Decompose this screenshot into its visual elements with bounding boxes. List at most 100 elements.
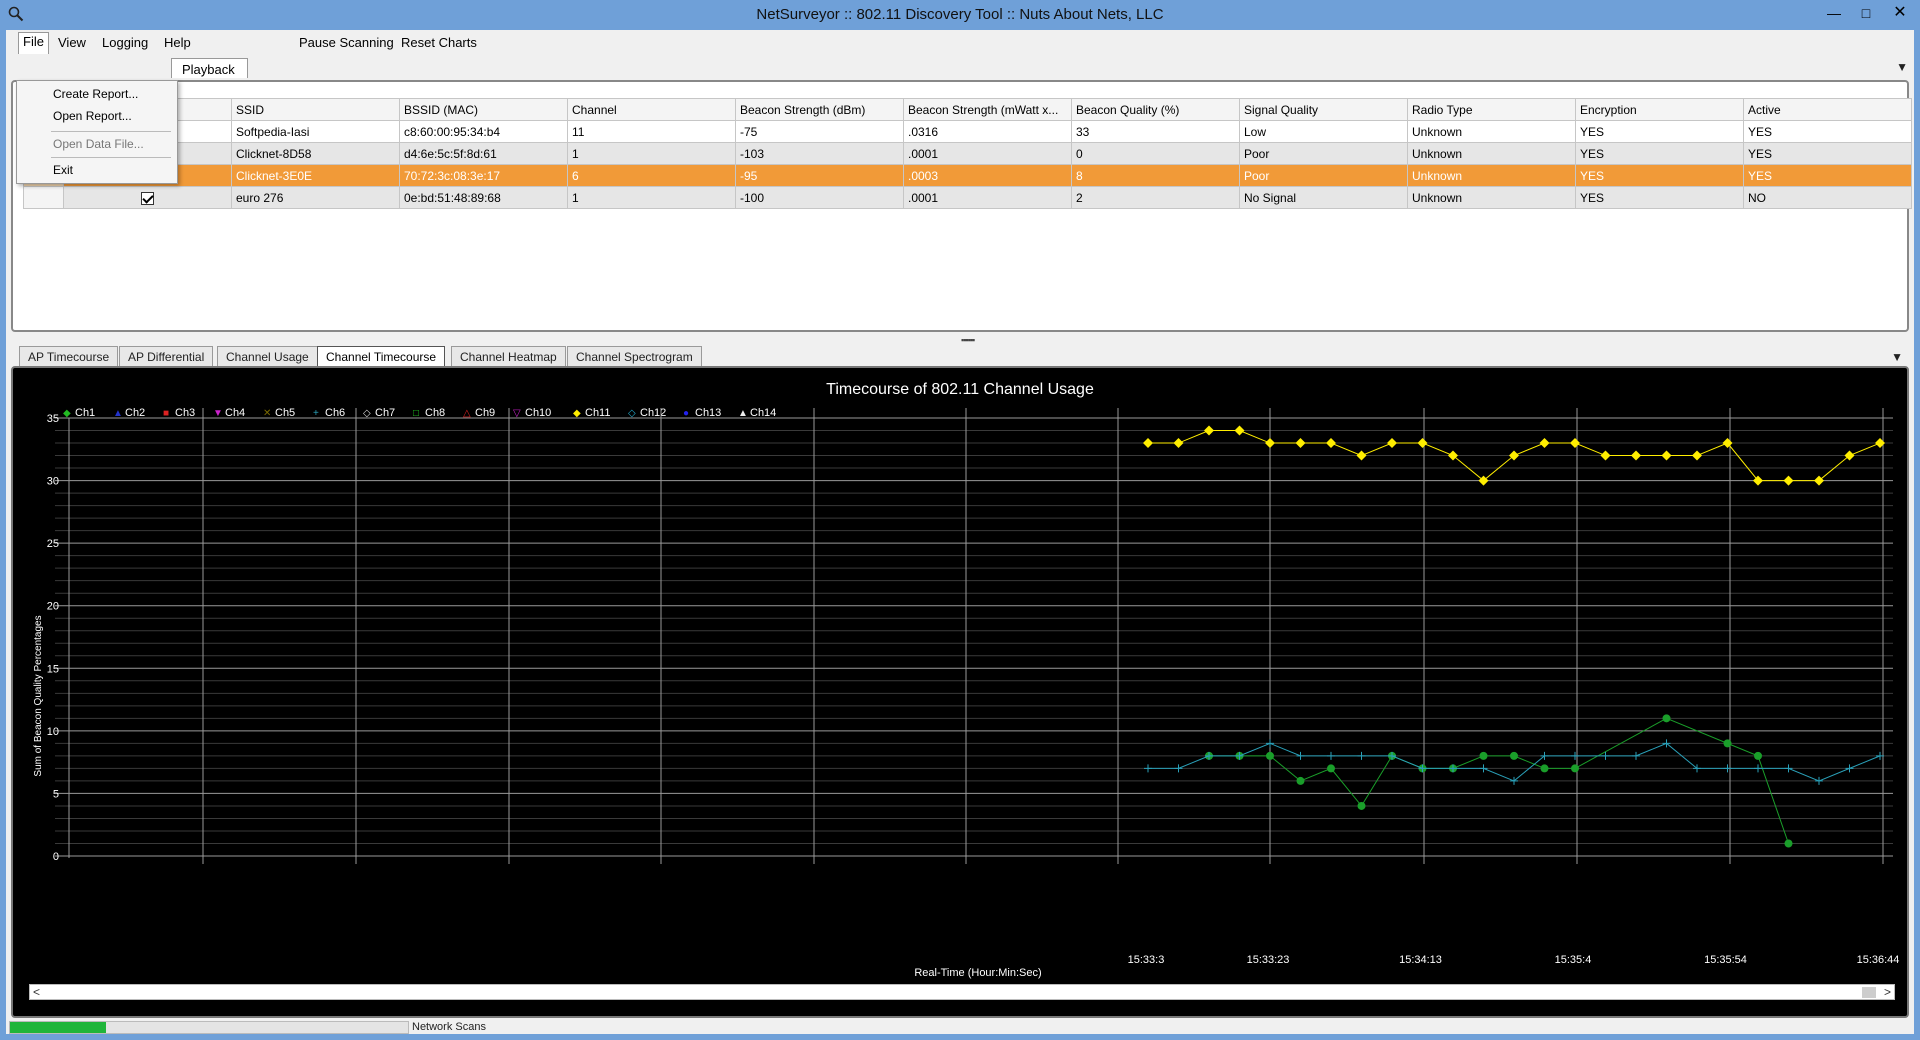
scroll-left-arrow-icon[interactable]: <	[33, 985, 40, 999]
column-header-channel[interactable]: Channel	[567, 98, 736, 121]
scan-progress-bar	[9, 1021, 409, 1034]
column-header-beacon-dbm[interactable]: Beacon Strength (dBm)	[735, 98, 904, 121]
data-point-ch11	[1783, 475, 1794, 486]
cell-mwatt: .0003	[903, 164, 1072, 187]
top-tab-strip: Playback ▼	[6, 56, 1914, 78]
data-point-ch6	[1174, 764, 1183, 773]
column-header-beacon-quality[interactable]: Beacon Quality (%)	[1071, 98, 1240, 121]
menu-exit[interactable]: Exit	[53, 163, 73, 177]
legend-marker-icon: ◆	[63, 408, 71, 419]
minimize-button[interactable]: —	[1820, 2, 1848, 24]
table-row[interactable]: Softpedia-Iasi c8:60:00:95:34:b4 11 -75 …	[23, 120, 1912, 143]
legend-label: Ch5	[275, 407, 295, 419]
tab-channel-timecourse[interactable]: Channel Timecourse	[317, 346, 446, 366]
cell-signal: Low	[1239, 120, 1408, 143]
cell-radio: Unknown	[1407, 142, 1576, 165]
cell-quality: 8	[1071, 164, 1240, 187]
cell-bssid: d4:6e:5c:5f:8d:61	[399, 142, 568, 165]
menu-file[interactable]: File	[18, 32, 49, 54]
legend-marker-icon: ◇	[363, 408, 371, 419]
row-checkbox-cell[interactable]	[63, 186, 232, 209]
table-row[interactable]: Clicknet-8D58 d4:6e:5c:5f:8d:61 1 -103 .…	[23, 142, 1912, 165]
tab-overflow-chevron-icon[interactable]: ▼	[1896, 60, 1908, 74]
chart-tab-overflow-chevron-icon[interactable]: ▼	[1891, 350, 1903, 364]
data-point-ch11	[1753, 475, 1763, 486]
row-header[interactable]	[23, 186, 64, 209]
tab-channel-usage[interactable]: Channel Usage	[217, 346, 318, 366]
legend-label: Ch14	[750, 407, 776, 419]
column-header-active[interactable]: Active	[1743, 98, 1912, 121]
chart-legend: ◆ Ch1 ▲ Ch2 ■ Ch3 ▼ Ch4 ✕ Ch5 + Ch6 ◇ Ch7 □ Ch8 △ Ch9 ▽ Ch1…	[63, 407, 776, 419]
cell-mwatt: .0001	[903, 186, 1072, 209]
cell-encryption: YES	[1575, 164, 1744, 187]
legend-marker-icon: ●	[683, 408, 689, 419]
data-point-ch1	[1266, 751, 1274, 760]
scrollbar-thumb[interactable]	[1862, 987, 1876, 998]
scroll-right-arrow-icon[interactable]: >	[1884, 985, 1891, 999]
menu-create-report[interactable]: Create Report...	[53, 87, 138, 101]
cell-dbm: -95	[735, 164, 904, 187]
data-point-ch11	[1539, 438, 1550, 449]
data-point-ch6	[1571, 751, 1579, 760]
legend-marker-icon: ▲	[113, 408, 123, 419]
maximize-button[interactable]: □	[1852, 2, 1880, 24]
data-point-ch11	[1234, 425, 1245, 436]
tab-playback[interactable]: Playback	[171, 58, 248, 78]
chart-horizontal-scrollbar[interactable]: < >	[29, 984, 1895, 1000]
cell-quality: 0	[1071, 142, 1240, 165]
data-point-ch1	[1784, 839, 1793, 848]
tab-channel-heatmap[interactable]: Channel Heatmap	[451, 346, 566, 366]
menu-logging[interactable]: Logging	[102, 35, 148, 50]
x-tick-label: 15:33:3	[1128, 954, 1165, 966]
chart-series	[1143, 425, 1885, 848]
row-checkbox[interactable]	[141, 191, 154, 205]
data-point-ch6	[1845, 764, 1854, 773]
x-axis-label: Real-Time (Hour:Min:Sec)	[914, 967, 1041, 979]
legend-marker-icon: △	[463, 408, 471, 419]
data-point-ch1	[1723, 739, 1732, 748]
tab-ap-differential[interactable]: AP Differential	[119, 346, 214, 366]
cell-radio: Unknown	[1407, 120, 1576, 143]
column-header-bssid[interactable]: BSSID (MAC)	[399, 98, 568, 121]
cell-channel: 1	[567, 142, 736, 165]
data-point-ch11	[1417, 438, 1428, 449]
column-header-signal-quality[interactable]: Signal Quality	[1239, 98, 1408, 121]
close-button[interactable]: ✕	[1886, 2, 1914, 24]
data-point-ch6	[1632, 751, 1640, 760]
legend-marker-icon: +	[313, 408, 319, 419]
cell-ssid: Softpedia-Iasi	[231, 120, 400, 143]
legend-marker-icon: ◇	[628, 408, 636, 419]
y-axis-label: Sum of Beacon Quality Percentages	[33, 615, 44, 776]
data-point-ch11	[1265, 438, 1275, 449]
data-point-ch6	[1784, 764, 1793, 773]
tab-channel-spectrogram[interactable]: Channel Spectrogram	[567, 346, 702, 366]
cell-signal: No Signal	[1239, 186, 1408, 209]
cell-encryption: YES	[1575, 142, 1744, 165]
pause-scanning-button[interactable]: Pause Scanning	[299, 35, 394, 50]
status-label: Network Scans	[412, 1021, 486, 1033]
menu-help[interactable]: Help	[164, 35, 191, 50]
data-point-ch11	[1295, 438, 1306, 449]
column-header-encryption[interactable]: Encryption	[1575, 98, 1744, 121]
legend-label: Ch10	[525, 407, 551, 419]
table-row-selected[interactable]: ▶ Clicknet-3E0E 70:72:3c:08:3e:17 6 -95 …	[23, 164, 1912, 187]
menu-open-report[interactable]: Open Report...	[53, 109, 132, 123]
scan-progress-fill	[10, 1022, 106, 1033]
column-header-ssid[interactable]: SSID	[231, 98, 400, 121]
tab-ap-timecourse[interactable]: AP Timecourse	[19, 346, 119, 366]
legend-marker-icon: ✕	[263, 408, 271, 419]
reset-charts-button[interactable]: Reset Charts	[401, 35, 477, 50]
cell-dbm: -100	[735, 186, 904, 209]
table-header-row: SSID BSSID (MAC) Channel Beacon Strength…	[23, 98, 1912, 121]
table-row[interactable]: euro 276 0e:bd:51:48:89:68 1 -100 .0001 …	[23, 186, 1912, 209]
data-point-ch1	[1327, 764, 1335, 773]
chart-x-axis: 15:33:3 15:33:23 15:34:13 15:35:4 15:35:54 15…	[1128, 954, 1900, 966]
menu-view[interactable]: View	[58, 35, 86, 50]
column-header-radio-type[interactable]: Radio Type	[1407, 98, 1576, 121]
legend-label: Ch2	[125, 407, 145, 419]
x-tick-label: 15:35:4	[1555, 954, 1592, 966]
cell-bssid: 70:72:3c:08:3e:17	[399, 164, 568, 187]
column-header-beacon-mwatt[interactable]: Beacon Strength (mWatt x...	[903, 98, 1072, 121]
cell-encryption: YES	[1575, 186, 1744, 209]
data-point-ch6	[1754, 764, 1762, 773]
